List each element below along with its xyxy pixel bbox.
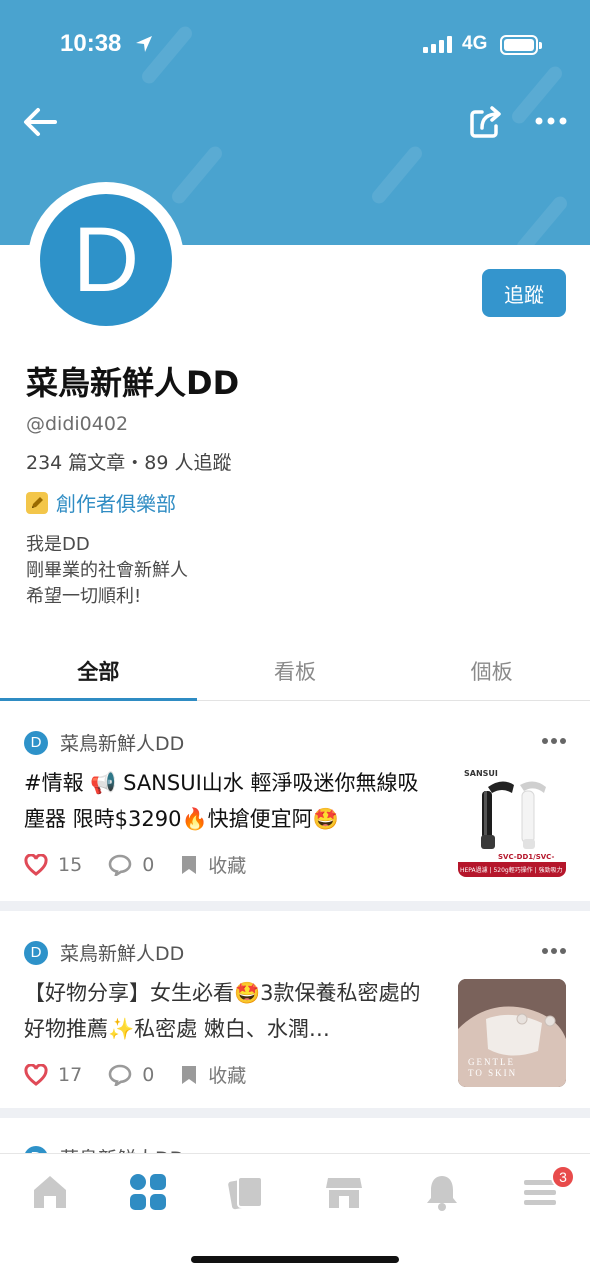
- save-label: 收藏: [208, 1065, 247, 1087]
- thumb-strip: HEPA過濾 | 520g輕巧操作 | 強勁吸力: [460, 867, 563, 874]
- battery-icon: [500, 35, 542, 55]
- profile-bio: 我是DD 剛畢業的社會新鮮人 希望一切順利!: [26, 532, 188, 610]
- more-icon[interactable]: [534, 110, 568, 132]
- post-thumbnail[interactable]: SANSUI SVC-DD1/SVC-L175 HEPA過濾 | 520g輕巧操…: [458, 769, 566, 877]
- thumb-text-2: TO SKIN: [468, 1068, 518, 1078]
- post-separator: [0, 901, 590, 911]
- follow-button[interactable]: 追蹤: [482, 269, 566, 317]
- more-icon[interactable]: [541, 737, 567, 745]
- comment-button[interactable]: 0: [108, 854, 154, 876]
- like-button[interactable]: 17: [24, 1063, 83, 1086]
- bio-line: 希望一切順利!: [26, 586, 142, 607]
- boards-icon[interactable]: [128, 1172, 168, 1212]
- like-count: 15: [58, 853, 83, 876]
- share-icon[interactable]: [468, 104, 504, 140]
- post-title[interactable]: 【好物分享】女生必看🤩3款保養私密處的好物推薦✨私密處 嫩白、水潤…: [24, 975, 434, 1047]
- network-type: 4G: [462, 33, 488, 54]
- save-button[interactable]: 收藏: [180, 851, 246, 878]
- tab-personal-board[interactable]: 個板: [393, 640, 590, 700]
- post-author-name: 菜鳥新鮮人DD: [60, 733, 185, 755]
- tab-all[interactable]: 全部: [0, 640, 197, 701]
- cards-icon[interactable]: [226, 1172, 266, 1212]
- post-card[interactable]: D 菜鳥新鮮人DD 【好物分享】女生必看🤩3款保養私密處的好物推薦✨私密處 嫩白…: [0, 911, 590, 1108]
- profile-name: 菜鳥新鮮人DD: [26, 364, 240, 402]
- comment-button[interactable]: 0: [108, 1064, 154, 1086]
- pen-icon: [26, 491, 48, 514]
- save-label: 收藏: [208, 855, 247, 877]
- bio-line: 剛畢業的社會新鮮人: [26, 560, 188, 581]
- post-actions: 15 0 收藏: [24, 851, 272, 878]
- bell-icon[interactable]: [422, 1172, 462, 1212]
- post-card[interactable]: D 菜鳥新鮮人DD #情報 📢 SANSUI山水 輕淨吸迷你無線吸塵器 限時$3…: [0, 701, 590, 901]
- avatar[interactable]: D: [40, 194, 172, 326]
- profile-tabs: 全部 看板 個板: [0, 640, 590, 701]
- like-button[interactable]: 15: [24, 853, 83, 876]
- comment-icon: [108, 1064, 132, 1086]
- creator-club-link[interactable]: 創作者俱樂部: [26, 488, 176, 517]
- post-author-name: 菜鳥新鮮人DD: [60, 943, 185, 965]
- notification-badge: 3: [551, 1165, 575, 1189]
- post-author-row: D 菜鳥新鮮人DD: [24, 939, 184, 966]
- comment-count: 0: [142, 853, 155, 876]
- status-time: 10:38: [60, 30, 122, 57]
- home-indicator[interactable]: [191, 1256, 399, 1263]
- profile-handle: @didi0402: [26, 413, 129, 435]
- post-actions: 17 0 收藏: [24, 1061, 272, 1088]
- store-icon[interactable]: [324, 1172, 364, 1212]
- home-icon[interactable]: [30, 1172, 70, 1212]
- heart-icon: [24, 1063, 48, 1086]
- location-arrow-icon: [136, 36, 152, 52]
- heart-icon: [24, 853, 48, 876]
- comment-icon: [108, 854, 132, 876]
- comment-count: 0: [142, 1063, 155, 1086]
- back-arrow-icon[interactable]: [22, 106, 58, 138]
- post-author-row: D 菜鳥新鮮人DD: [24, 729, 184, 756]
- post-title[interactable]: #情報 📢 SANSUI山水 輕淨吸迷你無線吸塵器 限時$3290🔥快搶便宜阿🤩: [24, 765, 434, 837]
- bio-line: 我是DD: [26, 534, 90, 555]
- like-count: 17: [58, 1063, 83, 1086]
- post-author-avatar: D: [24, 940, 48, 965]
- creator-club-label: 創作者俱樂部: [56, 492, 176, 516]
- bookmark-icon: [182, 1065, 197, 1084]
- post-card[interactable]: D 菜鳥新鮮人DD: [0, 1118, 590, 1158]
- post-author-avatar: D: [24, 730, 48, 755]
- tab-boards[interactable]: 看板: [197, 640, 394, 700]
- status-bar: 10:38 4G: [0, 0, 590, 90]
- signal-icon: [423, 36, 452, 53]
- post-thumbnail[interactable]: GENTLE TO SKIN: [458, 979, 566, 1087]
- profile-stats: 234 篇文章・89 人追蹤: [26, 452, 232, 474]
- thumb-text-1: GENTLE: [468, 1057, 515, 1067]
- post-separator: [0, 1108, 590, 1118]
- bookmark-icon: [182, 855, 197, 874]
- more-icon[interactable]: [541, 947, 567, 955]
- save-button[interactable]: 收藏: [180, 1061, 246, 1088]
